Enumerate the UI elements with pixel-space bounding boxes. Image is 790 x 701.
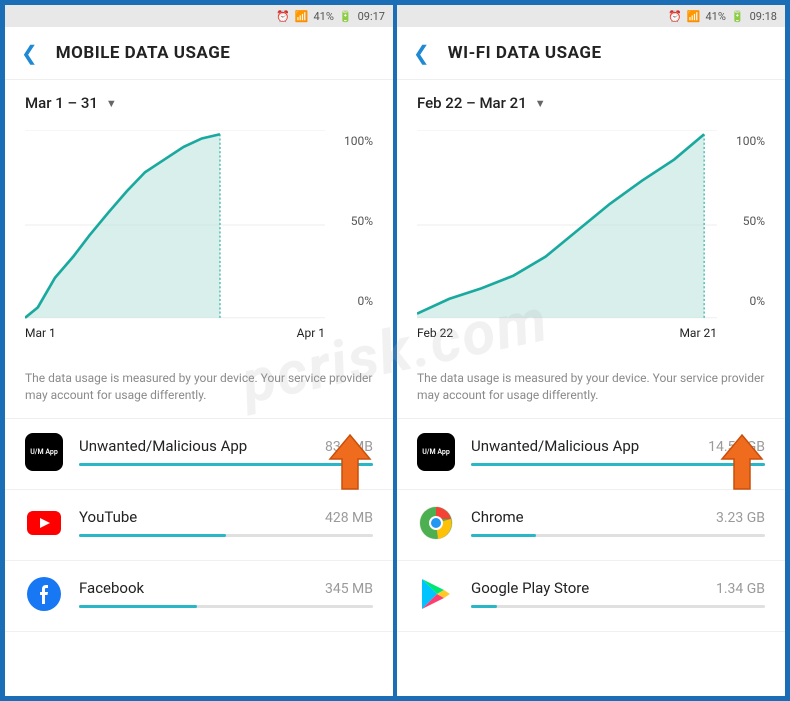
app-row[interactable]: Google Play Store 1.34 GB: [397, 561, 785, 632]
date-range-selector[interactable]: Mar 1 – 31 ▼: [5, 80, 393, 120]
date-range-label: Feb 22 – Mar 21: [417, 94, 527, 112]
x-axis-labels: Mar 1 Apr 1: [25, 320, 373, 340]
app-name: Chrome: [471, 508, 524, 526]
app-icon-um: U/M App: [417, 433, 455, 471]
app-icon-um: U/M App: [25, 433, 63, 471]
x-tick: Mar 1: [25, 326, 56, 340]
signal-icon: 📶: [687, 10, 701, 23]
app-content: Unwanted/Malicious App 836 MB: [79, 437, 373, 466]
date-range-label: Mar 1 – 31: [25, 94, 98, 112]
date-range-selector[interactable]: Feb 22 – Mar 21 ▼: [397, 80, 785, 120]
app-content: Google Play Store 1.34 GB: [471, 579, 765, 608]
chrome-icon: [417, 504, 455, 542]
app-content: YouTube 428 MB: [79, 508, 373, 537]
x-axis-labels: Feb 22 Mar 21: [417, 320, 765, 340]
page-title: MOBILE DATA USAGE: [56, 43, 231, 63]
x-tick: Apr 1: [297, 326, 325, 340]
y-tick: 50%: [351, 214, 373, 228]
y-tick: 0%: [749, 294, 765, 308]
usage-disclaimer: The data usage is measured by your devic…: [397, 356, 785, 419]
app-content: Chrome 3.23 GB: [471, 508, 765, 537]
y-axis-labels: 100% 50% 0%: [717, 130, 765, 320]
usage-chart: 100% 50% 0% Feb 22 Mar 21: [397, 120, 785, 356]
youtube-icon: [25, 504, 63, 542]
battery-icon: 🔋: [731, 10, 745, 23]
chart-svg-right: [417, 130, 717, 320]
app-usage-value: 836 MB: [325, 439, 373, 455]
app-name: YouTube: [79, 508, 137, 526]
app-usage-value: 1.34 GB: [716, 581, 765, 597]
alarm-icon: ⏰: [276, 10, 290, 23]
back-icon[interactable]: ❮: [21, 41, 38, 65]
x-tick: Feb 22: [417, 326, 453, 340]
app-usage-value: 3.23 GB: [716, 510, 765, 526]
app-row[interactable]: U/M App Unwanted/Malicious App 836 MB: [5, 419, 393, 490]
chart-svg-left: [25, 130, 325, 320]
battery-icon: 🔋: [339, 10, 353, 23]
y-tick: 100%: [344, 134, 373, 148]
battery-pct: 41%: [705, 10, 725, 23]
app-content: Unwanted/Malicious App 14.55 GB: [471, 437, 765, 466]
y-axis-labels: 100% 50% 0%: [325, 130, 373, 320]
app-name: Unwanted/Malicious App: [471, 437, 639, 455]
usage-disclaimer: The data usage is measured by your devic…: [5, 356, 393, 419]
app-usage-list: U/M App Unwanted/Malicious App 836 MB YouTu…: [5, 419, 393, 696]
page-title: WI-FI DATA USAGE: [448, 43, 602, 63]
chevron-down-icon: ▼: [106, 97, 117, 110]
usage-bar: [79, 463, 373, 466]
panel-wifi-data: ⏰ 📶 41% 🔋 09:18 ❮ WI-FI DATA USAGE Feb 2…: [396, 4, 786, 697]
usage-chart: 100% 50% 0% Mar 1 Apr 1: [5, 120, 393, 356]
chevron-down-icon: ▼: [535, 97, 546, 110]
usage-bar: [79, 605, 373, 608]
panel-mobile-data: ⏰ 📶 41% 🔋 09:17 ❮ MOBILE DATA USAGE Mar …: [4, 4, 394, 697]
app-row[interactable]: Chrome 3.23 GB: [397, 490, 785, 561]
usage-bar: [471, 605, 765, 608]
app-usage-value: 345 MB: [325, 581, 373, 597]
alarm-icon: ⏰: [668, 10, 682, 23]
app-usage-list: U/M App Unwanted/Malicious App 14.55 GB Chr…: [397, 419, 785, 696]
x-tick: Mar 21: [679, 326, 717, 340]
usage-bar: [471, 463, 765, 466]
back-icon[interactable]: ❮: [413, 41, 430, 65]
page-header: ❮ MOBILE DATA USAGE: [5, 27, 393, 80]
y-tick: 100%: [736, 134, 765, 148]
usage-bar: [471, 534, 765, 537]
battery-pct: 41%: [313, 10, 333, 23]
app-usage-value: 14.55 GB: [708, 439, 765, 455]
app-usage-value: 428 MB: [325, 510, 373, 526]
app-row[interactable]: U/M App Unwanted/Malicious App 14.55 GB: [397, 419, 785, 490]
clock-time: 09:18: [750, 10, 777, 23]
app-content: Facebook 345 MB: [79, 579, 373, 608]
app-name: Facebook: [79, 579, 144, 597]
clock-time: 09:17: [358, 10, 385, 23]
status-bar: ⏰ 📶 41% 🔋 09:17: [5, 5, 393, 27]
y-tick: 0%: [357, 294, 373, 308]
app-row[interactable]: Facebook 345 MB: [5, 561, 393, 632]
usage-bar: [79, 534, 373, 537]
facebook-icon: [25, 575, 63, 613]
signal-icon: 📶: [295, 10, 309, 23]
play-store-icon: [417, 575, 455, 613]
y-tick: 50%: [743, 214, 765, 228]
page-header: ❮ WI-FI DATA USAGE: [397, 27, 785, 80]
app-name: Unwanted/Malicious App: [79, 437, 247, 455]
status-bar: ⏰ 📶 41% 🔋 09:18: [397, 5, 785, 27]
app-name: Google Play Store: [471, 579, 589, 597]
app-row[interactable]: YouTube 428 MB: [5, 490, 393, 561]
